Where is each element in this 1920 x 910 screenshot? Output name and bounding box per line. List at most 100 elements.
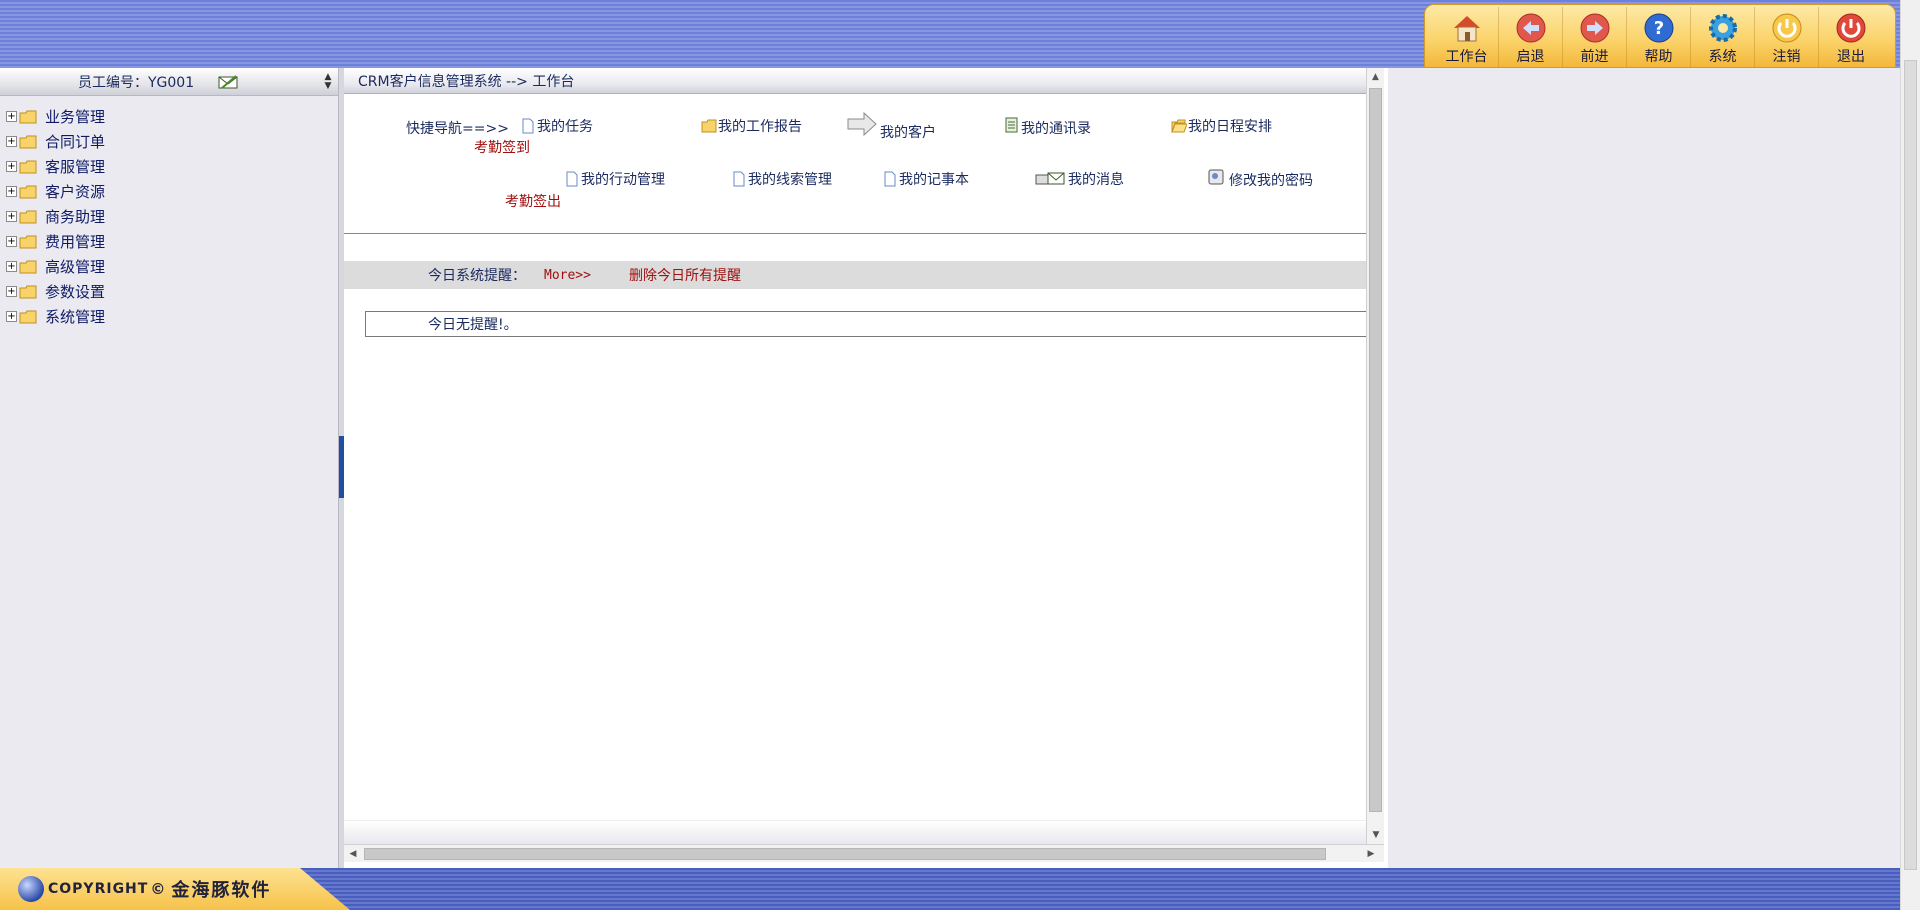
scroll-left-icon[interactable]: ◀ [344,849,362,859]
my-schedule-link[interactable]: 我的日程安排 [1171,116,1272,136]
document-icon [566,171,578,187]
forward-label: 前进 [1580,49,1609,65]
my-tasks-link[interactable]: 我的任务 [520,116,593,136]
workbench-label: 工作台 [1445,49,1488,65]
copyright-text: COPYRIGHT [48,881,149,897]
folder-icon [19,135,37,148]
sidebar-item-business[interactable]: + 业务管理 [6,104,338,129]
top-banner: 工作台 启退 前进 ? 帮助 系统 注销 退出 [0,0,1900,68]
folder-icon [19,310,37,323]
sidebar-item-service[interactable]: + 客服管理 [6,154,338,179]
expand-icon[interactable]: + [6,286,17,297]
document-icon [522,118,534,134]
folder-icon [19,185,37,198]
change-password-link[interactable]: 修改我的密码 [1206,164,1313,190]
page-scrollbar[interactable] [1900,0,1920,910]
my-leads-link[interactable]: 我的线索管理 [731,169,832,189]
forward-icon [1578,11,1612,45]
arrow-icon [847,111,877,137]
folder-icon [19,210,37,223]
logout-icon [1770,11,1804,45]
sidebar-item-label: 合同订单 [45,133,106,151]
reminder-more-link[interactable]: More>> [544,268,591,283]
link-label: 我的客户 [880,125,936,141]
globe-icon [18,876,44,902]
sidebar-item-label: 商务助理 [45,208,106,226]
sidebar-item-label: 客服管理 [45,158,106,176]
left-panel: 员工编号：YG001 ▲ ▼ + 业务管理 + 合同订单 + 客服管理 + 客户资… [0,68,338,868]
expand-icon[interactable]: + [6,161,17,172]
menu-tree: + 业务管理 + 合同订单 + 客服管理 + 客户资源 + 商务助理 + 费用管… [0,96,338,329]
system-button[interactable]: 系统 [1691,7,1755,67]
sidebar-item-advanced[interactable]: + 高级管理 [6,254,338,279]
link-label: 我的消息 [1068,172,1124,188]
employee-id: 员工编号：YG001 [78,74,195,91]
sidebar-item-assistant[interactable]: + 商务助理 [6,204,338,229]
link-label: 我的线索管理 [748,172,832,188]
sidebar-item-customers[interactable]: + 客户资源 [6,179,338,204]
sidebar-item-expenses[interactable]: + 费用管理 [6,229,338,254]
exit-label: 退出 [1837,49,1865,65]
mail-icon[interactable] [218,74,238,89]
logout-button[interactable]: 注销 [1755,7,1819,67]
expand-icon[interactable]: + [6,261,17,272]
link-label: 我的行动管理 [581,172,665,188]
sidebar-item-parameters[interactable]: + 参数设置 [6,279,338,304]
help-button[interactable]: ? 帮助 [1627,7,1691,67]
sidebar-item-system[interactable]: + 系统管理 [6,304,338,329]
reminder-bar: 今日系统提醒： More>> 删除今日所有提醒 [344,261,1366,289]
folder-icon [19,260,37,273]
folder-icon [19,235,37,248]
exit-button[interactable]: 退出 [1819,7,1883,67]
workbench-button[interactable]: 工作台 [1435,7,1499,67]
horizontal-scroll-thumb[interactable] [364,848,1326,860]
link-label: 我的记事本 [899,172,969,188]
scroll-right-icon[interactable]: ▶ [1362,849,1380,859]
vertical-scrollbar[interactable]: ▲ ▼ [1366,68,1384,844]
my-actions-link[interactable]: 我的行动管理 [564,169,665,189]
sidebar-item-label: 系统管理 [45,308,106,326]
checkin-link[interactable]: 考勤签到 [474,137,530,157]
scroll-up-icon[interactable]: ▲ [1367,68,1384,86]
expand-icon[interactable]: + [6,186,17,197]
brand-name: 金海豚软件 [171,880,272,901]
sidebar-item-label: 高级管理 [45,258,106,276]
sidebar-item-label: 业务管理 [45,108,106,126]
folder-icon [19,110,37,123]
back-button[interactable]: 启退 [1499,7,1563,67]
message-icon [1035,172,1065,185]
reminder-title: 今日系统提醒： [428,268,526,284]
page-scroll-thumb[interactable] [1904,60,1917,870]
footer: COPYRIGHT © 金海豚软件 [0,868,1900,910]
checkout-link[interactable]: 考勤签出 [505,191,561,211]
link-label: 修改我的密码 [1229,173,1313,189]
system-label: 系统 [1708,49,1737,65]
my-customers-link[interactable]: 我的客户 [846,108,936,142]
breadcrumb-text: CRM客户信息管理系统 --> 工作台 [358,73,575,90]
expand-icon[interactable]: + [6,136,17,147]
forward-button[interactable]: 前进 [1563,7,1627,67]
my-messages-link[interactable]: 我的消息 [1034,169,1124,189]
back-icon [1514,11,1548,45]
link-label: 我的日程安排 [1188,119,1272,135]
horizontal-scrollbar[interactable]: ◀ ▶ [344,844,1384,862]
my-contacts-link[interactable]: 我的通讯录 [1004,112,1091,138]
scroll-down-icon[interactable]: ▼ [1367,826,1385,844]
content-footer-shade [344,820,1366,844]
expand-icon[interactable]: + [6,111,17,122]
vertical-scroll-thumb[interactable] [1369,88,1382,812]
link-label: 我的任务 [537,119,593,135]
expand-icon[interactable]: + [6,211,17,222]
folder-icon [701,119,717,133]
password-icon [1208,169,1224,185]
expand-icon[interactable]: + [6,311,17,322]
main-toolbar: 工作台 启退 前进 ? 帮助 系统 注销 退出 [1424,4,1896,68]
help-label: 帮助 [1644,49,1673,65]
panel-scroll-arrows[interactable]: ▲ ▼ [322,70,334,94]
sidebar-item-contracts[interactable]: + 合同订单 [6,129,338,154]
expand-icon[interactable]: + [6,236,17,247]
delete-reminders-link[interactable]: 删除今日所有提醒 [629,265,741,285]
my-notebook-link[interactable]: 我的记事本 [882,169,969,189]
my-reports-link[interactable]: 我的工作报告 [701,116,802,136]
folder-open-icon [1171,119,1187,133]
